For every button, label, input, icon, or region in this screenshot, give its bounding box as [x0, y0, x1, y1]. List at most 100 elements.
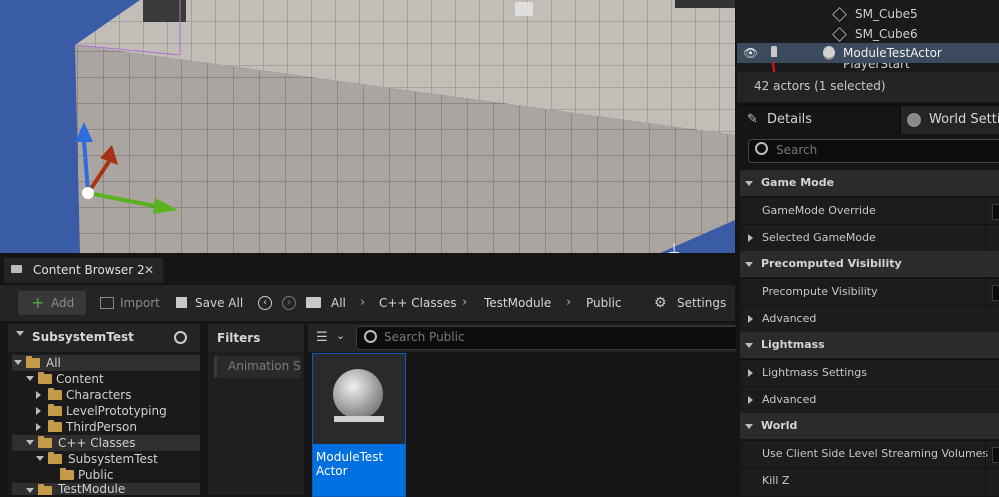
tab-world-settings[interactable]: World Settings: [901, 106, 999, 134]
content-browser: Content Browser 2 ✕ + Add Import Save Al…: [0, 255, 736, 497]
filter-chip-label: Animation S: [228, 359, 301, 373]
svg-text:⊥: ⊥: [668, 241, 680, 253]
forward-icon[interactable]: ›: [282, 296, 296, 310]
save-icon: [176, 297, 187, 308]
breadcrumb-item[interactable]: All: [331, 291, 346, 315]
content-browser-toolbar: + Add Import Save All ‹ › All › C++ Clas…: [0, 285, 735, 321]
add-button[interactable]: + Add: [18, 291, 86, 315]
tab-details[interactable]: ✎ Details: [737, 106, 899, 134]
tab-label: Details: [767, 112, 813, 127]
chevron-down-icon: [745, 180, 753, 186]
import-button[interactable]: Import: [100, 291, 162, 315]
filter-icon[interactable]: ☰: [316, 330, 328, 345]
section-world[interactable]: World: [740, 413, 999, 439]
plus-icon: +: [31, 293, 45, 312]
level-viewport[interactable]: ⊥: [0, 0, 735, 253]
sphere-icon: [333, 369, 383, 419]
property-value[interactable]: [992, 447, 999, 463]
asset-tile[interactable]: ModuleTest Actor: [312, 353, 406, 497]
tree-header[interactable]: SubsystemTest: [8, 324, 200, 352]
property-label: Advanced: [762, 393, 817, 406]
chevron-right-icon: [36, 407, 41, 415]
cpp-class-icon: [38, 436, 52, 448]
tree-item-label: Content: [56, 372, 104, 386]
folder-tree: SubsystemTest All Content Characters Lev…: [8, 324, 200, 495]
tab-content-browser[interactable]: Content Browser 2 ✕: [4, 258, 163, 283]
chevron-down-icon[interactable]: ⌄: [336, 329, 345, 342]
property-label: Lightmass Settings: [762, 366, 867, 379]
tree-item[interactable]: All: [12, 355, 200, 371]
chevron-right-icon: ›: [462, 295, 468, 310]
tree-item[interactable]: C++ Classes: [12, 435, 200, 451]
property-row[interactable]: Advanced: [740, 386, 999, 413]
asset-search-input[interactable]: Search Public: [356, 326, 736, 350]
section-game-mode[interactable]: Game Mode: [740, 170, 999, 196]
save-all-button[interactable]: Save All: [176, 291, 246, 315]
tree-header-title: SubsystemTest: [32, 330, 134, 344]
section-precomputed-visibility[interactable]: Precomputed Visibility: [740, 251, 999, 277]
chevron-down-icon: [16, 331, 24, 336]
tree-item[interactable]: Content: [12, 371, 200, 387]
settings-button[interactable]: ⚙ Settings: [654, 291, 729, 315]
property-value[interactable]: [992, 285, 999, 301]
add-label: Add: [51, 296, 75, 310]
tree-item-label: Characters: [66, 388, 132, 402]
property-row[interactable]: Advanced: [740, 305, 999, 332]
viewport-scene: ⊥: [74, 0, 735, 253]
search-placeholder: Search Public: [384, 330, 465, 344]
property-row[interactable]: Lightmass Settings: [740, 359, 999, 386]
tab-label: World Settings: [929, 112, 999, 127]
property-value[interactable]: [992, 204, 999, 220]
world-outliner: SM_Cube5 SM_Cube6 👁 ModuleTestActor Play…: [737, 0, 999, 102]
tree-item[interactable]: TestModule: [12, 483, 200, 495]
asset-view: ☰ ⌄ Search Public ModuleTest Actor: [308, 324, 736, 497]
section-title: Precomputed Visibility: [761, 257, 902, 270]
import-icon: [100, 297, 114, 309]
property-row[interactable]: Kill Z: [740, 467, 999, 496]
breadcrumb-item[interactable]: TestModule: [484, 291, 551, 315]
tree-item[interactable]: Characters: [12, 387, 200, 403]
section-title: Game Mode: [761, 176, 835, 189]
search-icon[interactable]: [174, 331, 187, 344]
tree-item-label: C++ Classes: [58, 436, 136, 450]
tree-item[interactable]: ThirdPerson: [12, 419, 200, 435]
property-row[interactable]: GameMode Override: [740, 197, 999, 224]
asset-name: ModuleTest: [316, 450, 384, 464]
outliner-status-bar: 42 actors (1 selected): [737, 72, 999, 102]
section-lightmass[interactable]: Lightmass: [740, 332, 999, 358]
folder-icon: [38, 372, 52, 384]
property-row[interactable]: Use Client Side Level Streaming Volumes: [740, 440, 999, 467]
back-icon[interactable]: ‹: [258, 296, 272, 310]
tree-item-label: LevelPrototyping: [66, 404, 167, 418]
asset-toolbar: ☰ ⌄ Search Public: [308, 324, 736, 352]
asset-label-bg: ModuleTest Actor: [313, 444, 405, 496]
section-title: Lightmass: [761, 338, 825, 351]
property-row[interactable]: Precompute Visibility: [740, 278, 999, 305]
tree-item[interactable]: LevelPrototyping: [12, 403, 200, 419]
folder-icon: [48, 404, 62, 416]
details-search-input[interactable]: Search: [748, 139, 999, 163]
folder-icon[interactable]: [306, 297, 321, 308]
chevron-down-icon: [745, 423, 753, 429]
breadcrumb-item[interactable]: Public: [586, 291, 622, 315]
close-icon[interactable]: ✕: [144, 258, 154, 283]
property-label: Selected GameMode: [762, 231, 876, 244]
search-placeholder: Search: [776, 143, 818, 157]
pencil-icon: ✎: [747, 112, 758, 127]
chevron-down-icon: [745, 342, 753, 348]
details-panel: ✎ Details World Settings Search Game Mod…: [737, 104, 999, 496]
breadcrumb-item[interactable]: C++ Classes: [379, 291, 457, 315]
tree-item[interactable]: Public: [12, 467, 200, 483]
search-icon: [755, 142, 768, 155]
filter-chip[interactable]: Animation S: [214, 356, 301, 378]
sphere-icon-base: [334, 416, 384, 422]
chevron-right-icon: [36, 423, 41, 431]
chevron-right-icon: [748, 234, 753, 242]
filters-panel: Filters Animation S: [208, 324, 304, 495]
property-label: Kill Z: [762, 474, 790, 487]
settings-label: Settings: [677, 296, 727, 310]
folder-icon: [26, 356, 40, 368]
property-row[interactable]: Selected GameMode: [740, 224, 999, 251]
tree-item[interactable]: SubsystemTest: [12, 451, 200, 467]
globe-icon: [907, 113, 921, 127]
